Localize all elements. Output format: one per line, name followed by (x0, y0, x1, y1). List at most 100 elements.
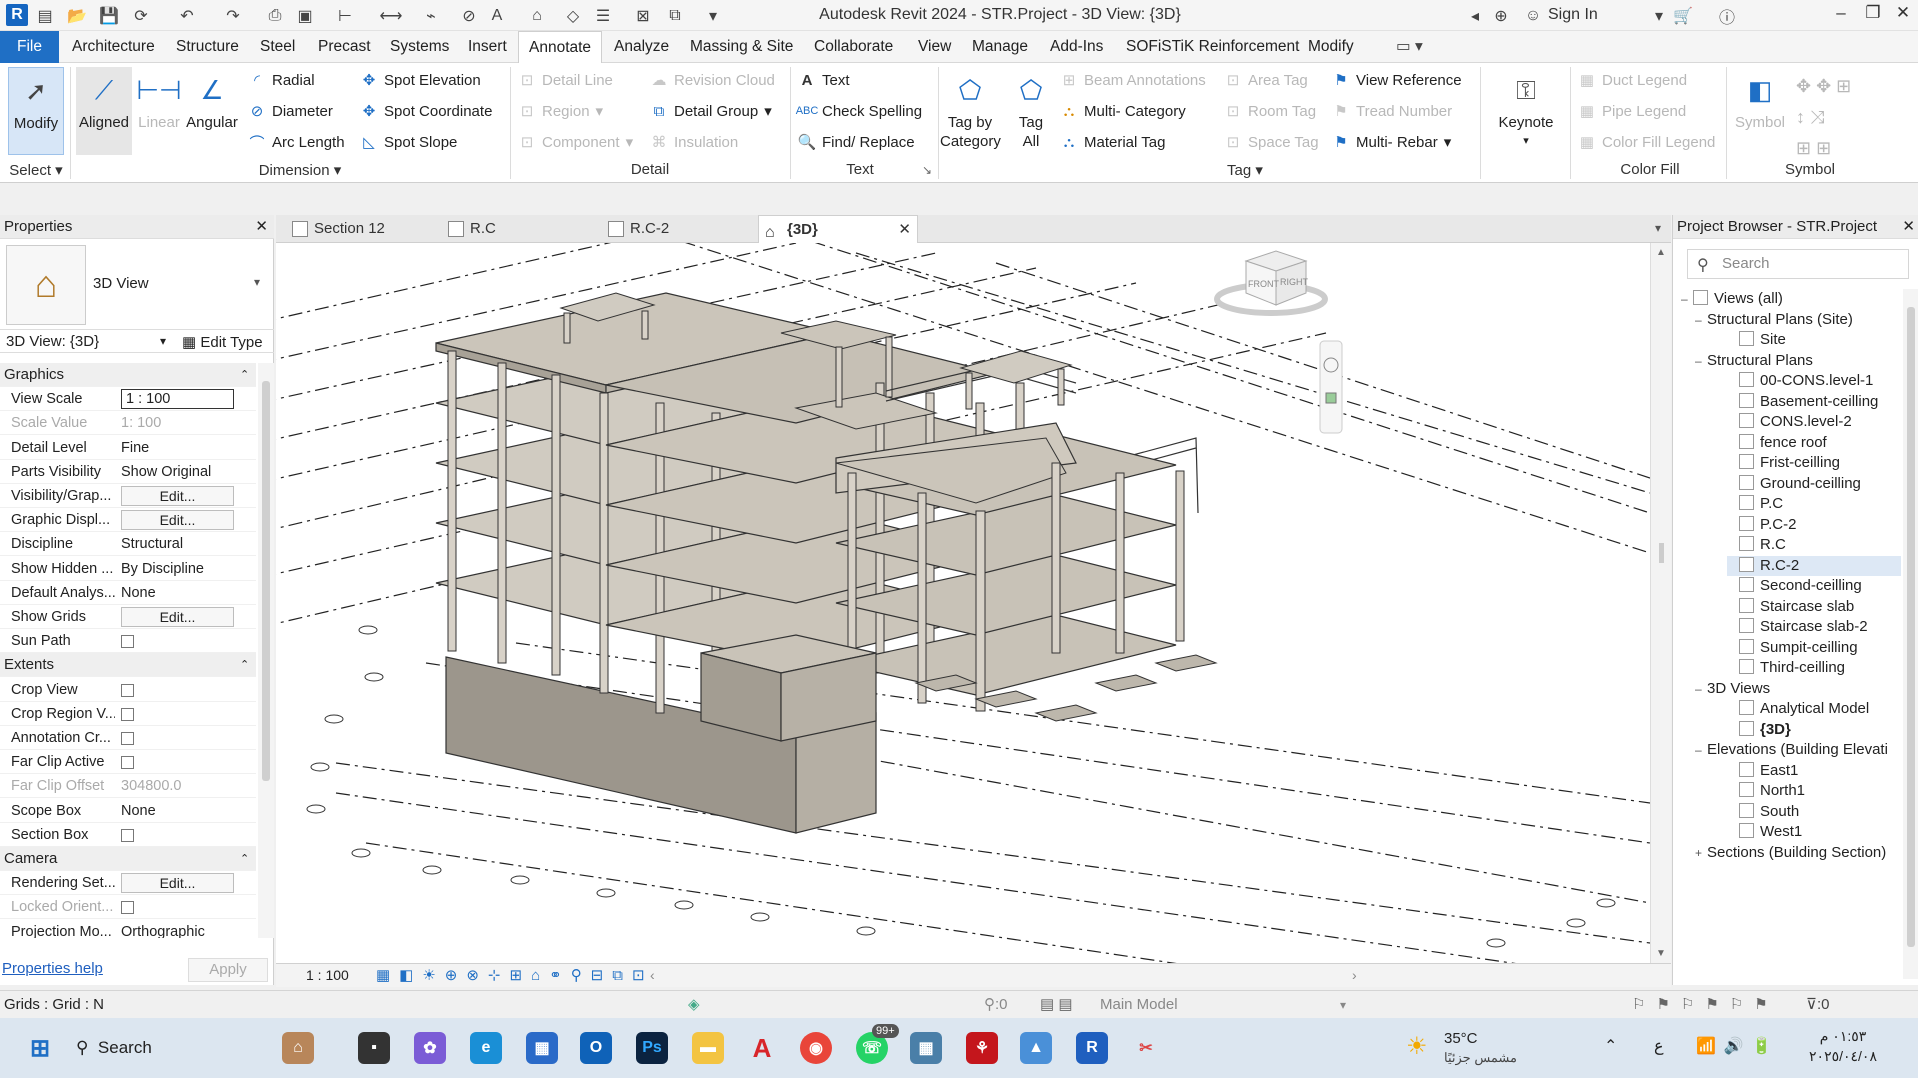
tab-steel[interactable]: Steel (258, 31, 297, 63)
clock-time[interactable]: ٠١:٥٣ م (1788, 1028, 1898, 1045)
section-icon[interactable]: ◇ (562, 5, 584, 26)
apply-button[interactable]: Apply (188, 958, 268, 982)
space-tag-button[interactable]: ⊡ Space Tag (1224, 133, 1319, 152)
close-icon[interactable]: ✕ (1902, 215, 1915, 239)
browser-view-item[interactable]: Third-ceilling (1727, 658, 1901, 678)
tab-manage[interactable]: Manage (970, 31, 1030, 63)
checkbox[interactable] (121, 732, 134, 745)
tab-section-12[interactable]: Section 12 (286, 215, 416, 243)
collapse-icon[interactable]: – (1695, 740, 1707, 760)
browser-view-item[interactable]: CONS.level-2 (1727, 412, 1901, 432)
browser-view-item[interactable]: North1 (1727, 781, 1901, 801)
close-icon[interactable]: ✕ (255, 215, 268, 239)
browser-view-item[interactable]: 00-CONS.level-1 (1727, 371, 1901, 391)
filter-count[interactable]: ⊽:0 (1806, 991, 1830, 1019)
clock-date[interactable]: ٢٠٢٥/٠٤/٠٨ (1788, 1048, 1898, 1065)
browser-view-item[interactable]: Basement-ceilling (1727, 392, 1901, 412)
tab-modify[interactable]: Modify (1306, 31, 1356, 63)
browser-view-item[interactable]: Site (1727, 330, 1901, 350)
browser-search-input[interactable]: Search (1687, 249, 1909, 279)
diameter-button[interactable]: ⊘ Diameter (248, 102, 333, 121)
model-dropdown-icon[interactable]: ▾ (1340, 991, 1346, 1019)
browser-group-node[interactable]: –3D Views (1695, 679, 1901, 699)
scroll-right-icon[interactable]: › (1352, 967, 1357, 983)
tabs-menu-icon[interactable]: ▾ (1655, 221, 1661, 235)
system-tray-icons[interactable]: 📶🔊🔋 (1696, 1036, 1780, 1056)
linear-dimension-button[interactable]: ⊢⊣ Linear (136, 71, 182, 132)
tab-precast[interactable]: Precast (316, 31, 373, 63)
redo-icon[interactable]: ↷ (222, 5, 244, 26)
browser-view-item[interactable]: P.C-2 (1727, 515, 1901, 535)
home-icon[interactable]: ▤ (34, 5, 56, 26)
copilot-icon[interactable]: ✿ (414, 1032, 446, 1064)
file-explorer-icon[interactable]: ▬ (692, 1032, 724, 1064)
ribbon-toggle-icon[interactable]: ▭ ▾ (1394, 31, 1425, 63)
calculator-icon[interactable]: ▦ (910, 1032, 942, 1064)
text-button[interactable]: A Text (798, 71, 850, 89)
property-value[interactable]: Orthographic (121, 920, 256, 938)
browser-view-item[interactable]: Sumpit-ceilling (1727, 638, 1901, 658)
close-button[interactable]: ✕ (1886, 3, 1918, 27)
view-reference-button[interactable]: ⚑ View Reference (1332, 71, 1461, 90)
edit-button[interactable]: Edit... (121, 873, 234, 894)
spot-coordinate-button[interactable]: ✥ Spot Coordinate (360, 102, 493, 121)
sign-in-link[interactable]: Sign In (1548, 6, 1598, 24)
restore-button[interactable]: ❐ (1856, 3, 1890, 27)
tab-rc-2[interactable]: R.C-2 (602, 215, 732, 243)
symbol-button[interactable]: ◧ Symbol (1730, 71, 1790, 132)
browser-view-item[interactable]: P.C (1727, 494, 1901, 514)
design-options-icon[interactable]: ▤ ▤ (1040, 991, 1073, 1019)
export-icon[interactable]: ▣ (294, 5, 316, 26)
multi-category-button[interactable]: ⛬ Multi- Category (1060, 102, 1186, 120)
component-button[interactable]: ⊡ Component ▾ (518, 133, 633, 152)
aligned-dimension-button[interactable]: ⟋ Aligned (76, 67, 132, 155)
browser-view-item[interactable]: West1 (1727, 822, 1901, 842)
find-replace-button[interactable]: 🔍 Find/ Replace (798, 133, 915, 152)
checkbox[interactable] (121, 901, 134, 915)
tag-all-button[interactable]: ⬠ Tag All (1006, 71, 1056, 151)
browser-group-node[interactable]: – Structural Plans (Site) (1695, 310, 1901, 330)
spot-elevation-button[interactable]: ✥ Spot Elevation (360, 71, 481, 90)
measure-icon[interactable]: ⊢ (334, 5, 356, 26)
tag-by-category-button[interactable]: ⬠ Tag by Category (940, 71, 1001, 151)
insulation-button[interactable]: ⌘ Insulation (650, 133, 739, 152)
instance-dropdown-icon[interactable]: ▾ (160, 334, 166, 348)
browser-view-item[interactable]: Analytical Model (1727, 699, 1901, 719)
user-icon[interactable]: ☺ (1522, 5, 1544, 26)
properties-scrollbar[interactable] (258, 363, 274, 938)
browser-view-item[interactable]: South (1727, 802, 1901, 822)
instance-selector[interactable]: 3D View: {3D} (6, 333, 99, 350)
tab-systems[interactable]: Systems (388, 31, 451, 63)
collapse-icon[interactable]: ⌃ (240, 363, 249, 387)
type-dropdown-icon[interactable]: ▾ (254, 275, 260, 289)
browser-view-item[interactable]: Frist-ceilling (1727, 453, 1901, 473)
checkbox[interactable] (121, 683, 134, 697)
chevron-up-icon[interactable]: ⌃ (1604, 1036, 1617, 1056)
text-a-icon[interactable]: A (486, 5, 508, 26)
property-value[interactable]: Structural (121, 532, 256, 556)
chrome-icon[interactable]: ◉ (800, 1032, 832, 1064)
dimension-group-label[interactable]: Dimension ▾ (240, 161, 360, 179)
pipe-legend-button[interactable]: ▦ Pipe Legend (1578, 102, 1686, 121)
default-3d-icon[interactable]: ⌂ (526, 5, 548, 26)
thin-lines-icon[interactable]: ☰ (592, 5, 614, 26)
tab-annotate[interactable]: Annotate (518, 31, 603, 63)
minimize-button[interactable]: – (1824, 3, 1858, 27)
text-settings-icon[interactable]: ↘ (922, 163, 932, 177)
checkbox[interactable] (121, 828, 134, 842)
detail-group-button[interactable]: ⧉ Detail Group ▾ (650, 102, 772, 121)
language-indicator[interactable]: ع (1654, 1036, 1664, 1056)
close-tab-icon[interactable]: ✕ (898, 216, 911, 244)
checkbox[interactable] (121, 756, 134, 770)
property-value[interactable]: Fine (121, 436, 256, 460)
text-icon[interactable]: ⊘ (458, 5, 480, 26)
store-icon[interactable]: ▦ (526, 1032, 558, 1064)
room-tag-button[interactable]: ⊡ Room Tag (1224, 102, 1316, 121)
task-view-icon[interactable]: ▪ (358, 1032, 390, 1064)
edge-icon[interactable]: e (470, 1032, 502, 1064)
area-tag-button[interactable]: ⊡ Area Tag (1224, 71, 1308, 90)
snipping-tool-icon[interactable]: ✂ (1130, 1032, 1162, 1064)
browser-view-item[interactable]: Staircase slab (1727, 597, 1901, 617)
sync-icon[interactable]: ⟳ (130, 5, 152, 26)
expand-icon[interactable]: + (1695, 843, 1707, 863)
